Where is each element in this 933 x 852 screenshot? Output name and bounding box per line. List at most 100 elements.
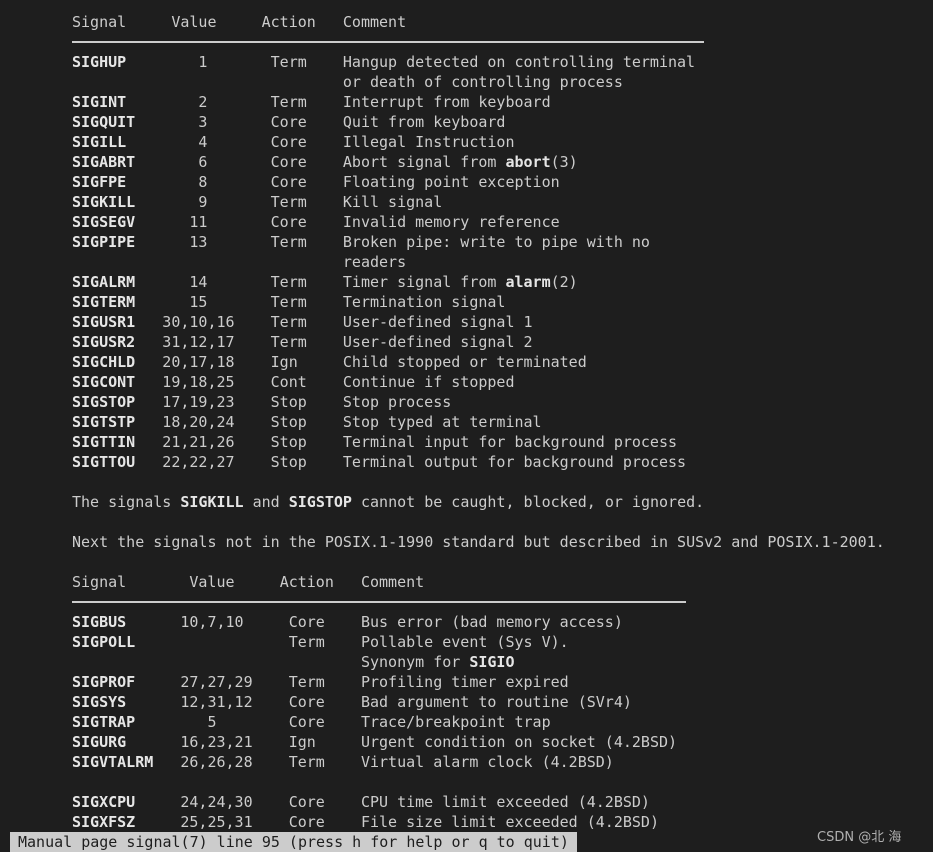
signal-value: 30,10,16 — [162, 313, 235, 331]
signal-value: 9 — [198, 193, 208, 211]
signal-comment: Broken pipe: write to pipe with no — [343, 232, 650, 252]
text-segment: User-defined signal 1 — [342, 313, 533, 331]
signal-action: Term — [270, 273, 307, 291]
signal-action: Core — [270, 113, 307, 131]
signal-name: SIGINT — [72, 93, 127, 111]
signal-comment: User-defined signal 2 — [343, 332, 533, 352]
signal-name: SIGTTOU — [72, 453, 136, 471]
text-segment: cannot be caught, blocked, or ignored. — [351, 493, 705, 511]
signal-comment: Terminal input for background process — [343, 432, 677, 452]
text-segment: Kill signal — [342, 193, 443, 211]
signal-name: SIGTSTP — [72, 413, 136, 431]
text-segment: Broken pipe: write to pipe with no — [342, 233, 650, 251]
signal-comment: Termination signal — [343, 292, 506, 312]
table-header: Signal Value Action Comment — [72, 12, 932, 32]
signal-comment: Pollable event (Sys V). — [361, 632, 569, 652]
text-segment: abort — [505, 153, 551, 171]
text-segment: (2) — [550, 273, 578, 291]
signal-action: Ign — [270, 353, 298, 371]
pager-status-bar: Manual page signal(7) line 95 (press h f… — [10, 832, 577, 852]
signal-comment: Trace/breakpoint trap — [361, 712, 551, 732]
signal-value: 31,12,17 — [162, 333, 235, 351]
text-segment: Termination signal — [342, 293, 506, 311]
signal-comment: Virtual alarm clock (4.2BSD) — [361, 752, 614, 772]
table-row: SIGXCPU 24,24,30 Core CPU time limit exceed… — [72, 792, 932, 812]
text-segment: Bad argument to routine (SVr4) — [360, 693, 632, 711]
table-row: SIGPROF 27,27,29 Term Profiling timer expir… — [72, 672, 932, 692]
signal-name: SIGFPE — [72, 173, 127, 191]
signal-value: 20,17,18 — [162, 353, 235, 371]
text-segment: SIGKILL — [180, 493, 244, 511]
signal-value: 8 — [198, 173, 208, 191]
table-row: SIGKILL 9 Term Kill signal — [72, 192, 932, 212]
signal-value: 16,23,21 — [180, 733, 253, 751]
table-row: SIGFPE 8 Core Floating point exception — [72, 172, 932, 192]
signal-comment: Invalid memory reference — [343, 212, 560, 232]
signal-comment: Stop typed at terminal — [343, 412, 542, 432]
table-row: SIGSTOP 17,19,23 Stop Stop process — [72, 392, 932, 412]
signal-name: SIGVTALRM — [72, 753, 154, 771]
signal-action: Core — [270, 213, 307, 231]
table-row: SIGSYS 12,31,12 Core Bad argument to routin… — [72, 692, 932, 712]
signal-comment: Child stopped or terminated — [343, 352, 587, 372]
signal-action: Stop — [270, 453, 307, 471]
signal-comment: Illegal Instruction — [343, 132, 515, 152]
signal-action: Core — [288, 693, 325, 711]
signal-comment: File size limit exceeded (4.2BSD) — [361, 812, 659, 832]
table-row: SIGTRAP 5 Core Trace/breakpoint trap — [72, 712, 932, 732]
text-segment: SIGSTOP — [288, 493, 352, 511]
text-segment: Synonym for — [360, 653, 470, 671]
signal-name: SIGUSR2 — [72, 333, 136, 351]
text-segment: Bus error (bad memory access) — [360, 613, 623, 631]
table-header: Signal Value Action Comment — [72, 572, 932, 592]
signal-name: SIGUSR1 — [72, 313, 136, 331]
header-value: Value — [189, 573, 235, 591]
header-action: Action — [279, 573, 334, 591]
signal-value: 6 — [198, 153, 208, 171]
text-segment: or death of controlling process — [342, 73, 623, 91]
signal-name: SIGPOLL — [72, 633, 136, 651]
signal-name: SIGXCPU — [72, 793, 136, 811]
signal-value: 13 — [189, 233, 208, 251]
text-segment: (3) — [550, 153, 578, 171]
signal-action: Term — [270, 53, 307, 71]
table-row: SIGALRM 14 Term Timer signal from alarm(2) — [72, 272, 932, 292]
table-row: SIGTTIN 21,21,26 Stop Terminal input for ba… — [72, 432, 932, 452]
signal-action: Core — [270, 153, 307, 171]
signal-name: SIGTTIN — [72, 433, 136, 451]
table-row: SIGABRT 6 Core Abort signal from abort(3) — [72, 152, 932, 172]
table-row: SIGBUS 10,7,10 Core Bus error (bad memory a… — [72, 612, 932, 632]
table-row: SIGCHLD 20,17,18 Ign Child stopped or termi… — [72, 352, 932, 372]
signal-value: 12,31,12 — [180, 693, 253, 711]
signal-comment: or death of controlling process — [343, 72, 623, 92]
signal-comment: Profiling timer expired — [361, 672, 569, 692]
signal-value: 1 — [198, 53, 208, 71]
text-segment: Profiling timer expired — [360, 673, 569, 691]
signal-comment: Hangup detected on controlling terminal — [343, 52, 695, 72]
signal-action: Stop — [270, 433, 307, 451]
signal-action: Term — [270, 93, 307, 111]
signal-value: 19,18,25 — [162, 373, 235, 391]
signal-action: Term — [288, 673, 325, 691]
text-segment: Quit from keyboard — [342, 113, 506, 131]
signal-value: 15 — [189, 293, 208, 311]
table-row: SIGUSR2 31,12,17 Term User-defined signal 2 — [72, 332, 932, 352]
signal-comment: Quit from keyboard — [343, 112, 506, 132]
table-rule — [72, 592, 932, 612]
table-row: SIGVTALRM 26,26,28 Term Virtual alarm clock… — [72, 752, 932, 772]
header-value: Value — [171, 13, 217, 31]
paragraph-text: Next the signals not in the POSIX.1-1990… — [72, 532, 885, 552]
divider — [72, 41, 705, 43]
signal-action: Term — [288, 633, 325, 651]
text-segment: alarm — [505, 273, 551, 291]
signal-name: SIGQUIT — [72, 113, 136, 131]
signal-comment: Bad argument to routine (SVr4) — [361, 692, 632, 712]
text-segment: Abort signal from — [342, 153, 506, 171]
signal-value: 14 — [189, 273, 208, 291]
signal-action: Ign — [288, 733, 316, 751]
signal-name: SIGBUS — [72, 613, 127, 631]
